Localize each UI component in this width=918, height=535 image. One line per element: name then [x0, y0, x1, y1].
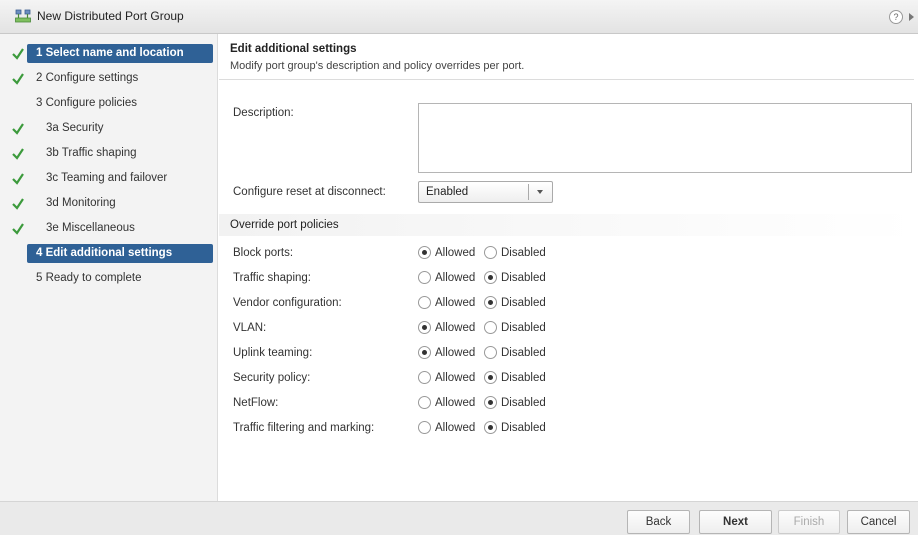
- disabled-radio[interactable]: [484, 371, 497, 384]
- disabled-radio[interactable]: [484, 346, 497, 359]
- window-title: New Distributed Port Group: [37, 9, 184, 23]
- chevron-down-icon: [537, 190, 543, 194]
- disabled-radio[interactable]: [484, 296, 497, 309]
- disabled-radio-label[interactable]: Disabled: [501, 247, 546, 259]
- step-configure-settings[interactable]: 2 Configure settings: [0, 69, 218, 89]
- policy-label: Traffic shaping:: [233, 272, 311, 284]
- step-label: 3 Configure policies: [36, 97, 138, 109]
- step-label: 1 Select name and location: [36, 47, 184, 59]
- policy-row: Vendor configuration: Allowed Disabled: [219, 294, 918, 314]
- policy-label: Security policy:: [233, 372, 311, 384]
- disabled-radio-label[interactable]: Disabled: [501, 397, 546, 409]
- disabled-radio[interactable]: [484, 421, 497, 434]
- disabled-radio-label[interactable]: Disabled: [501, 372, 546, 384]
- check-icon: [12, 173, 24, 185]
- step-security[interactable]: 3a Security: [0, 119, 218, 139]
- network-port-group-icon: [15, 9, 31, 23]
- expand-arrow-icon[interactable]: [909, 13, 914, 21]
- allowed-radio-label[interactable]: Allowed: [435, 247, 475, 259]
- policy-row: VLAN: Allowed Disabled: [219, 319, 918, 339]
- description-field[interactable]: [418, 103, 912, 173]
- allowed-radio-label[interactable]: Allowed: [435, 422, 475, 434]
- reset-at-disconnect-select[interactable]: Enabled: [418, 181, 553, 203]
- allowed-radio-label[interactable]: Allowed: [435, 272, 475, 284]
- help-icon[interactable]: ?: [889, 10, 903, 24]
- step-configure-policies[interactable]: 3 Configure policies: [0, 94, 218, 114]
- allowed-radio[interactable]: [418, 346, 431, 359]
- dropdown-divider: [528, 184, 529, 200]
- back-button[interactable]: Back: [627, 510, 690, 534]
- allowed-radio-label[interactable]: Allowed: [435, 297, 475, 309]
- step-select-name[interactable]: 1 Select name and location: [0, 44, 218, 64]
- disabled-radio[interactable]: [484, 321, 497, 334]
- step-label: 4 Edit additional settings: [36, 247, 173, 259]
- cancel-button[interactable]: Cancel: [847, 510, 910, 534]
- disabled-radio[interactable]: [484, 246, 497, 259]
- step-label: 3e Miscellaneous: [46, 222, 135, 234]
- section-title: Override port policies: [230, 219, 339, 231]
- check-icon: [12, 73, 24, 85]
- reset-at-disconnect-label: Configure reset at disconnect:: [233, 186, 386, 198]
- disabled-radio-label[interactable]: Disabled: [501, 347, 546, 359]
- disabled-radio[interactable]: [484, 396, 497, 409]
- disabled-radio-label[interactable]: Disabled: [501, 422, 546, 434]
- check-icon: [12, 123, 24, 135]
- policy-label: NetFlow:: [233, 397, 279, 409]
- allowed-radio[interactable]: [418, 396, 431, 409]
- allowed-radio[interactable]: [418, 371, 431, 384]
- step-traffic-shaping[interactable]: 3b Traffic shaping: [0, 144, 218, 164]
- finish-button[interactable]: Finish: [778, 510, 840, 534]
- step-edit-additional-settings[interactable]: 4 Edit additional settings: [0, 244, 218, 264]
- wizard-steps-sidebar: 1 Select name and location 2 Configure s…: [0, 34, 218, 501]
- allowed-radio-label[interactable]: Allowed: [435, 397, 475, 409]
- policy-row: Security policy: Allowed Disabled: [219, 369, 918, 389]
- header-divider: [219, 79, 914, 80]
- check-icon: [12, 198, 24, 210]
- policy-label: Block ports:: [233, 247, 294, 259]
- policy-label: Uplink teaming:: [233, 347, 313, 359]
- policy-label: VLAN:: [233, 322, 267, 334]
- step-miscellaneous[interactable]: 3e Miscellaneous: [0, 219, 218, 239]
- step-label: 5 Ready to complete: [36, 272, 142, 284]
- title-bar: New Distributed Port Group ?: [0, 0, 918, 34]
- step-label: 3d Monitoring: [46, 197, 116, 209]
- policy-row: Block ports: Allowed Disabled: [219, 244, 918, 264]
- disabled-radio-label[interactable]: Disabled: [501, 297, 546, 309]
- allowed-radio-label[interactable]: Allowed: [435, 322, 475, 334]
- page-title: Edit additional settings: [230, 43, 357, 55]
- page-subtitle: Modify port group's description and poli…: [230, 60, 525, 72]
- reset-selected-value: Enabled: [426, 186, 469, 198]
- wizard-footer: Back Next Finish Cancel: [0, 501, 918, 535]
- allowed-radio[interactable]: [418, 321, 431, 334]
- disabled-radio[interactable]: [484, 271, 497, 284]
- disabled-radio-label[interactable]: Disabled: [501, 272, 546, 284]
- allowed-radio-label[interactable]: Allowed: [435, 347, 475, 359]
- policy-row: Traffic shaping: Allowed Disabled: [219, 269, 918, 289]
- allowed-radio-label[interactable]: Allowed: [435, 372, 475, 384]
- override-policies-header: Override port policies: [219, 214, 918, 236]
- allowed-radio[interactable]: [418, 246, 431, 259]
- allowed-radio[interactable]: [418, 296, 431, 309]
- next-button[interactable]: Next: [699, 510, 772, 534]
- step-label: 2 Configure settings: [36, 72, 139, 84]
- check-icon: [12, 148, 24, 160]
- policy-label: Vendor configuration:: [233, 297, 342, 309]
- step-monitoring[interactable]: 3d Monitoring: [0, 194, 218, 214]
- check-icon: [12, 48, 24, 60]
- allowed-radio[interactable]: [418, 271, 431, 284]
- policy-row: Uplink teaming: Allowed Disabled: [219, 344, 918, 364]
- policy-row: NetFlow: Allowed Disabled: [219, 394, 918, 414]
- step-label: 3b Traffic shaping: [46, 147, 137, 159]
- policy-row: Traffic filtering and marking: Allowed Dis…: [219, 419, 918, 439]
- disabled-radio-label[interactable]: Disabled: [501, 322, 546, 334]
- allowed-radio[interactable]: [418, 421, 431, 434]
- check-icon: [12, 223, 24, 235]
- description-label: Description:: [233, 107, 294, 119]
- step-ready-to-complete[interactable]: 5 Ready to complete: [0, 269, 218, 289]
- step-label: 3a Security: [46, 122, 104, 134]
- step-teaming-failover[interactable]: 3c Teaming and failover: [0, 169, 218, 189]
- main-panel: Edit additional settings Modify port gro…: [219, 34, 918, 501]
- step-label: 3c Teaming and failover: [46, 172, 168, 184]
- policy-label: Traffic filtering and marking:: [233, 422, 375, 434]
